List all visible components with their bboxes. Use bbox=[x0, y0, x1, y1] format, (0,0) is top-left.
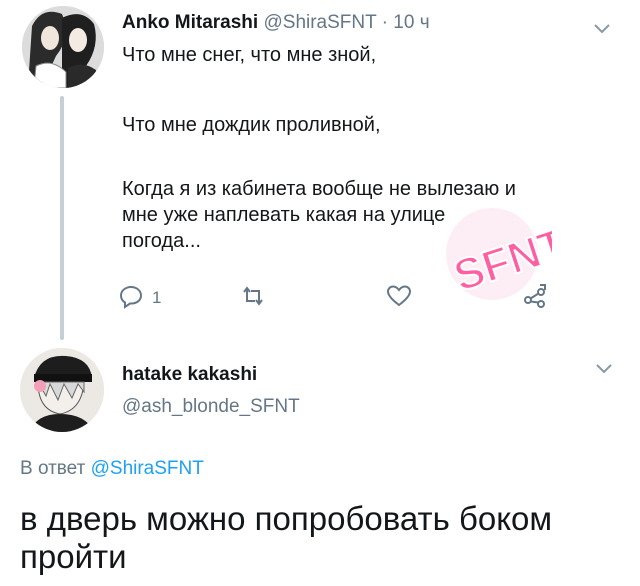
chevron-down-icon[interactable] bbox=[594, 18, 610, 39]
tweet-text-line: Что мне дождик проливной, bbox=[122, 114, 381, 136]
tweet-header: Anko Mitarashi @ShiraSFNT · 10 ч bbox=[122, 12, 430, 34]
like-button[interactable] bbox=[386, 283, 412, 313]
original-tweet[interactable]: Anko Mitarashi @ShiraSFNT · 10 ч Что мне… bbox=[0, 0, 640, 350]
tweet-text-line: погода... bbox=[122, 230, 201, 252]
author-handle[interactable]: @ash_blonde_SFNT bbox=[122, 396, 300, 418]
retweet-icon bbox=[240, 283, 266, 314]
reply-icon bbox=[118, 283, 144, 314]
thread-line bbox=[60, 96, 64, 340]
reply-count: 1 bbox=[152, 288, 162, 307]
reply-to-link[interactable]: @ShiraSFNT bbox=[91, 458, 204, 479]
chevron-down-icon[interactable] bbox=[596, 358, 612, 379]
reply-context: В ответ @ShiraSFNT bbox=[20, 458, 204, 480]
heart-icon bbox=[386, 283, 412, 314]
tweet-text-line: мне уже наплевать какая на улице bbox=[122, 204, 446, 226]
author-handle[interactable]: @ShiraSFNT bbox=[263, 12, 376, 33]
tweet-text-line: Что мне снег, что мне зной, bbox=[122, 44, 377, 66]
header-separator: · bbox=[376, 12, 394, 33]
author-name[interactable]: Anko Mitarashi bbox=[122, 12, 258, 33]
share-icon bbox=[522, 283, 548, 314]
avatar[interactable] bbox=[20, 348, 104, 432]
tweet-time[interactable]: 10 ч bbox=[393, 12, 429, 33]
share-button[interactable] bbox=[522, 283, 548, 313]
reply-text: в дверь можно попробовать боком пройти bbox=[20, 500, 553, 575]
reply-prefix: В ответ bbox=[20, 458, 91, 479]
tweet-actions: 1 bbox=[118, 283, 558, 313]
retweet-button[interactable] bbox=[240, 283, 266, 313]
reply-button[interactable]: 1 bbox=[118, 283, 161, 313]
author-name[interactable]: hatake kakashi bbox=[122, 364, 257, 386]
avatar[interactable] bbox=[22, 6, 104, 88]
